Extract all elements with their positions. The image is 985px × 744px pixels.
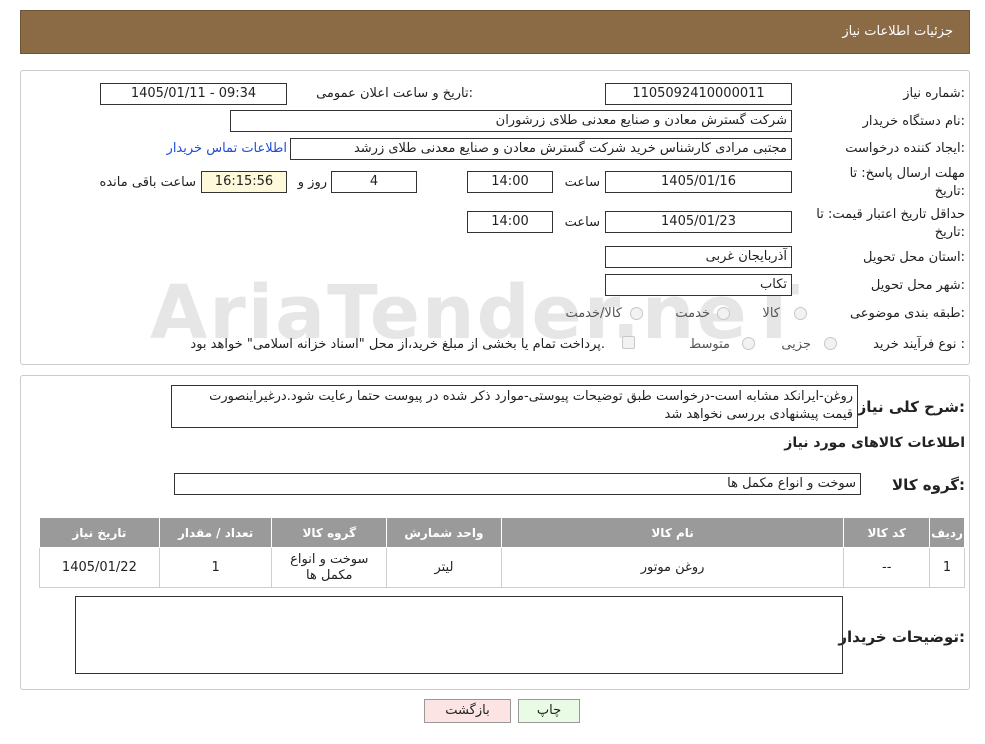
province-field: آذربایجان غربی xyxy=(605,246,792,268)
goods-group-field: سوخت و انواع مکمل ها xyxy=(174,473,861,495)
cell-unit: لیتر xyxy=(386,547,502,588)
process-option-minor: جزیی xyxy=(781,337,811,352)
print-button[interactable]: چاپ xyxy=(518,699,580,723)
province-label: استان محل تحویل: xyxy=(863,250,965,265)
page-header: جزئیات اطلاعات نیاز xyxy=(20,10,970,54)
buyer-org-field: شرکت گسترش معادن و صنایع معدنی طلای زرشو… xyxy=(230,110,792,132)
validity-date-field: 1405/01/23 xyxy=(605,211,792,233)
col-row-number: ردیف xyxy=(929,517,965,548)
cell-goods-group: سوخت و انواع مکمل ها xyxy=(271,547,388,588)
days-remaining-field: 4 xyxy=(331,171,417,193)
description-textarea[interactable]: روغن-ایرانکد مشابه است-درخواست طبق توضیح… xyxy=(171,385,858,428)
process-label: نوع فرآیند خرید : xyxy=(873,337,965,352)
remaining-label: ساعت باقی مانده xyxy=(99,175,196,190)
category-option-service: خدمت xyxy=(675,306,710,321)
process-option-medium: متوسط xyxy=(689,337,730,352)
cell-need-date: 1405/01/22 xyxy=(39,547,160,588)
col-goods-name: نام کالا xyxy=(500,517,845,548)
deadline-time-field: 14:00 xyxy=(467,171,553,193)
back-button[interactable]: بازگشت xyxy=(424,699,511,723)
table-header-row: تاریخ نیاز تعداد / مقدار گروه کالا واحد … xyxy=(39,517,965,548)
table-row: 1405/01/22 1 سوخت و انواع مکمل ها لیتر ر… xyxy=(39,547,965,588)
buyer-notes-label: توضیحات خریدار: xyxy=(838,628,965,646)
announce-datetime-field: 1405/01/11 - 09:34 xyxy=(100,83,287,105)
col-goods-code: کد کالا xyxy=(843,517,931,548)
category-radio-goods[interactable] xyxy=(794,307,807,320)
remaining-time-field: 16:15:56 xyxy=(201,171,287,193)
buyer-notes-textarea[interactable] xyxy=(75,596,843,674)
treasury-payment-checkbox[interactable] xyxy=(622,336,635,349)
days-label: روز و xyxy=(297,175,327,190)
col-unit: واحد شمارش xyxy=(386,517,502,548)
category-radio-goods-service[interactable] xyxy=(630,307,643,320)
validity-time-field: 14:00 xyxy=(467,211,553,233)
deadline-label-date: تاریخ: xyxy=(934,184,965,199)
cell-row-number: 1 xyxy=(929,547,965,588)
city-field: تکاب xyxy=(605,274,792,296)
payment-note: پرداخت تمام یا بخشی از مبلغ خرید،از محل … xyxy=(190,337,605,352)
validity-label-date: تاریخ: xyxy=(934,225,965,240)
announce-label: تاریخ و ساعت اعلان عمومی: xyxy=(316,86,473,101)
category-option-goods: کالا xyxy=(762,306,780,321)
need-number-label: شماره نیاز: xyxy=(903,86,965,101)
creator-label: ایجاد کننده درخواست: xyxy=(845,141,965,156)
buyer-contact-link[interactable]: اطلاعات تماس خریدار xyxy=(167,141,287,156)
cell-quantity: 1 xyxy=(158,547,273,588)
category-option-goods-service: کالا/خدمت xyxy=(565,306,622,321)
page-title: جزئیات اطلاعات نیاز xyxy=(842,24,953,39)
category-radio-service[interactable] xyxy=(717,307,730,320)
city-label: شهر محل تحویل: xyxy=(870,278,965,293)
deadline-label: مهلت ارسال پاسخ: تا xyxy=(849,166,965,181)
deadline-date-field: 1405/01/16 xyxy=(605,171,792,193)
validity-time-label: ساعت xyxy=(564,215,600,230)
validity-label: حداقل تاریخ اعتبار قیمت: تا xyxy=(816,207,965,222)
col-need-date: تاریخ نیاز xyxy=(39,517,160,548)
need-number-field: 1105092410000011 xyxy=(605,83,792,105)
process-radio-minor[interactable] xyxy=(824,337,837,350)
process-radio-medium[interactable] xyxy=(742,337,755,350)
goods-table: تاریخ نیاز تعداد / مقدار گروه کالا واحد … xyxy=(39,517,965,588)
goods-group-label: گروه کالا: xyxy=(892,476,965,494)
creator-field: مجتبی مرادی کارشناس خرید شرکت گسترش معاد… xyxy=(290,138,792,160)
goods-section-title: اطلاعات کالاهای مورد نیاز xyxy=(784,435,965,451)
col-quantity: تعداد / مقدار xyxy=(158,517,273,548)
col-goods-group: گروه کالا xyxy=(271,517,388,548)
buyer-org-label: نام دستگاه خریدار: xyxy=(862,114,965,129)
description-label: شرح کلی نیاز: xyxy=(857,398,965,416)
category-label: طبقه بندی موضوعی: xyxy=(849,306,965,321)
deadline-time-label: ساعت xyxy=(564,175,600,190)
cell-goods-code: -- xyxy=(843,547,931,588)
cell-goods-name: روغن موتور xyxy=(500,547,845,588)
